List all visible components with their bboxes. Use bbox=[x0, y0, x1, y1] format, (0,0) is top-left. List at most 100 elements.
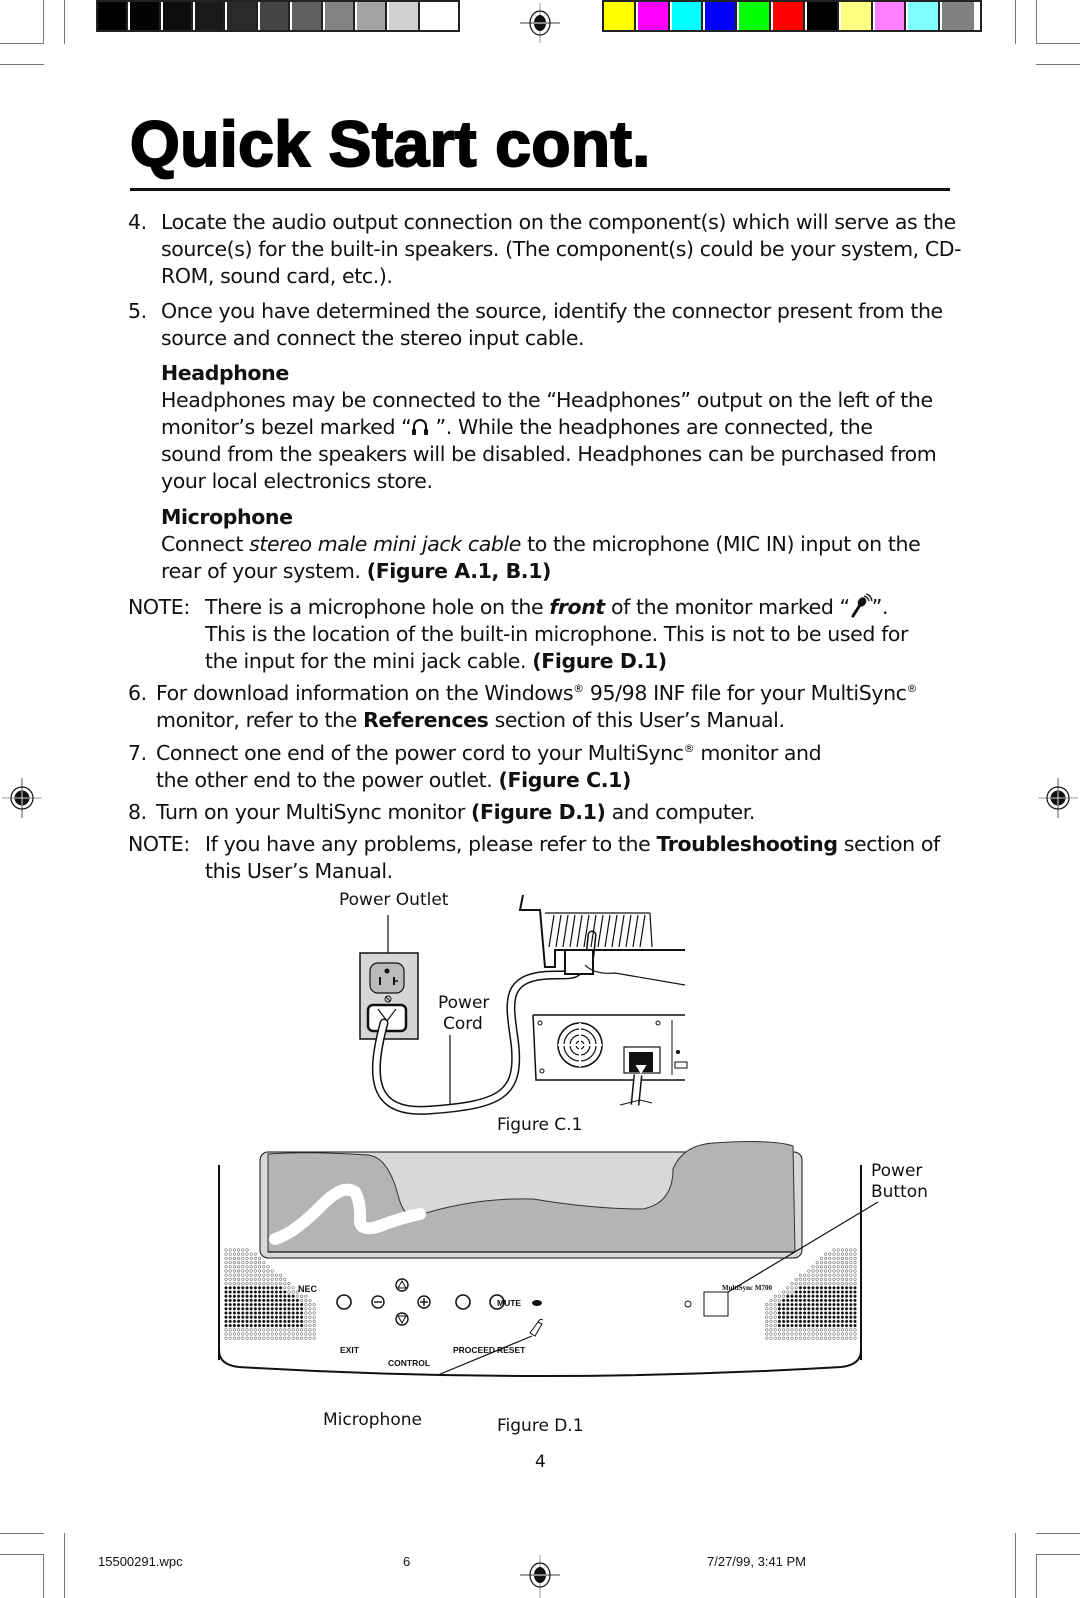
speaker-hole bbox=[232, 1307, 237, 1311]
speaker-hole bbox=[832, 1294, 836, 1298]
crop-mark bbox=[1015, 0, 1016, 44]
headphone-heading: Headphone bbox=[161, 361, 289, 385]
speaker-hole bbox=[283, 1328, 287, 1332]
speaker-hole bbox=[828, 1298, 832, 1303]
speaker-hole bbox=[790, 1336, 794, 1340]
speaker-hole bbox=[828, 1286, 832, 1290]
speaker-hole bbox=[279, 1328, 283, 1332]
speaker-hole bbox=[811, 1286, 815, 1290]
speaker-hole bbox=[786, 1328, 790, 1332]
speaker-hole bbox=[287, 1282, 291, 1286]
speaker-hole bbox=[840, 1332, 844, 1336]
crop-mark bbox=[1015, 1533, 1016, 1554]
speaker-hole bbox=[228, 1282, 232, 1286]
note-1-label: NOTE: bbox=[128, 595, 190, 619]
speaker-hole bbox=[828, 1307, 832, 1311]
speaker-hole bbox=[232, 1298, 237, 1303]
speaker-hole bbox=[781, 1315, 786, 1319]
speaker-hole bbox=[274, 1277, 278, 1281]
speaker-hole bbox=[828, 1290, 832, 1294]
color-swatch bbox=[162, 2, 194, 30]
registered-mark: ® bbox=[573, 682, 584, 696]
crop-mark bbox=[64, 1554, 65, 1598]
speaker-hole bbox=[790, 1307, 794, 1311]
speaker-hole bbox=[811, 1307, 815, 1311]
speaker-hole bbox=[253, 1269, 257, 1273]
speaker-hole bbox=[773, 1319, 777, 1323]
speaker-hole bbox=[769, 1336, 773, 1340]
speaker-hole bbox=[807, 1273, 811, 1277]
crop-mark bbox=[1036, 43, 1080, 44]
note-text: If you have any problems, please refer t… bbox=[205, 832, 657, 856]
speaker-hole bbox=[262, 1336, 266, 1340]
speaker-hole bbox=[815, 1315, 819, 1319]
speaker-hole bbox=[274, 1307, 279, 1311]
speaker-hole bbox=[253, 1273, 257, 1277]
microphone-text: Connect bbox=[161, 532, 250, 556]
speaker-hole bbox=[765, 1307, 769, 1311]
speaker-hole bbox=[823, 1294, 828, 1298]
speaker-hole bbox=[782, 1328, 786, 1332]
speaker-hole bbox=[815, 1298, 819, 1303]
speaker-hole bbox=[258, 1273, 262, 1277]
speaker-hole bbox=[224, 1282, 228, 1286]
speaker-hole bbox=[853, 1323, 857, 1328]
speaker-hole bbox=[274, 1286, 279, 1290]
speaker-hole bbox=[786, 1315, 790, 1319]
speaker-hole bbox=[832, 1277, 836, 1281]
step-7-line: the other end to the power outlet. (Figu… bbox=[156, 767, 631, 795]
speaker-hole bbox=[836, 1336, 840, 1340]
speaker-hole bbox=[777, 1319, 782, 1324]
speaker-hole bbox=[769, 1311, 773, 1315]
speaker-hole bbox=[819, 1286, 824, 1290]
microphone-icon bbox=[851, 593, 873, 618]
speaker-hole bbox=[853, 1256, 857, 1260]
speaker-hole bbox=[823, 1307, 828, 1311]
speaker-hole bbox=[224, 1294, 228, 1298]
speaker-hole bbox=[270, 1319, 274, 1324]
speaker-hole bbox=[828, 1323, 832, 1328]
microphone-hole-icon bbox=[529, 1318, 544, 1337]
speaker-hole bbox=[249, 1265, 253, 1269]
speaker-hole bbox=[828, 1294, 832, 1298]
speaker-hole bbox=[773, 1324, 777, 1328]
speaker-hole bbox=[291, 1315, 295, 1319]
speaker-hole bbox=[283, 1307, 287, 1311]
speaker-hole bbox=[249, 1252, 253, 1256]
speaker-hole bbox=[270, 1328, 274, 1332]
speaker-hole bbox=[241, 1248, 245, 1252]
speaker-hole bbox=[245, 1261, 249, 1265]
power-led bbox=[684, 1300, 692, 1308]
speaker-hole bbox=[266, 1328, 270, 1332]
speaker-hole bbox=[266, 1323, 270, 1328]
speaker-hole bbox=[287, 1311, 291, 1315]
speaker-hole bbox=[819, 1332, 823, 1336]
speaker-hole bbox=[245, 1319, 249, 1324]
speaker-hole bbox=[844, 1307, 849, 1311]
speaker-hole bbox=[295, 1328, 299, 1332]
speaker-hole bbox=[228, 1273, 232, 1277]
speaker-hole bbox=[274, 1332, 278, 1336]
speaker-hole bbox=[232, 1328, 236, 1332]
color-swatch bbox=[421, 2, 452, 30]
registered-mark: ® bbox=[906, 682, 918, 696]
speaker-hole bbox=[840, 1294, 845, 1298]
speaker-hole bbox=[249, 1261, 253, 1265]
speaker-hole bbox=[287, 1294, 291, 1298]
speaker-hole bbox=[807, 1311, 811, 1315]
speaker-hole bbox=[786, 1290, 790, 1294]
speaker-hole bbox=[832, 1273, 836, 1277]
speaker-hole bbox=[278, 1286, 283, 1290]
step-5-line: source and connect the stereo input cabl… bbox=[161, 326, 585, 350]
fan-grille bbox=[557, 1022, 603, 1068]
speaker-hole bbox=[308, 1307, 312, 1311]
step-6-line: monitor, refer to the References section… bbox=[156, 707, 785, 735]
speaker-hole bbox=[257, 1307, 262, 1311]
speaker-hole bbox=[241, 1315, 245, 1319]
step-text: section of this User’s Manual. bbox=[488, 708, 785, 732]
speaker-hole bbox=[308, 1298, 312, 1302]
speaker-hole bbox=[224, 1273, 228, 1277]
speaker-hole bbox=[849, 1269, 853, 1273]
speaker-hole bbox=[279, 1282, 283, 1286]
speaker-hole bbox=[798, 1286, 803, 1290]
